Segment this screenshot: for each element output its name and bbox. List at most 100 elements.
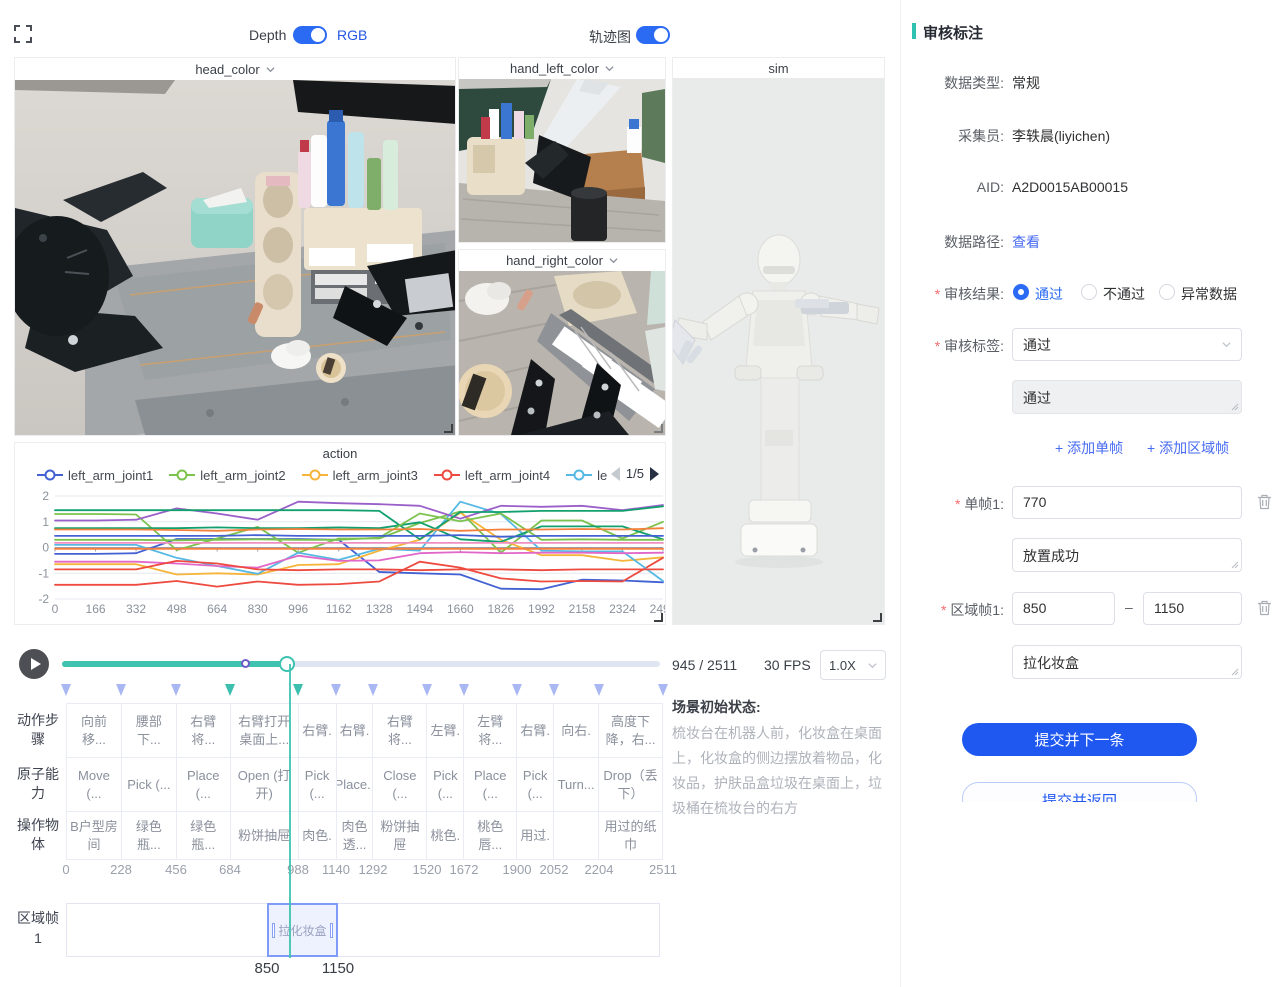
review-tag-select[interactable]: 通过 [1012, 328, 1242, 361]
segment-marker-icon[interactable] [658, 684, 668, 696]
camera-select-hand-right[interactable]: hand_right_color [459, 250, 665, 271]
chevron-down-icon [605, 64, 614, 73]
region-end-value: 1150 [1154, 600, 1184, 616]
radio-abnormal[interactable] [1159, 284, 1175, 300]
region-end-input[interactable]: 1150 [1143, 592, 1242, 625]
camera-select-hand-left[interactable]: hand_left_color [459, 58, 665, 79]
radio-abnormal-label[interactable]: 异常数据 [1181, 284, 1237, 304]
resize-corner-icon[interactable] [653, 612, 663, 622]
svg-text:1494: 1494 [406, 602, 433, 616]
radio-pass-label[interactable]: 通过 [1035, 284, 1063, 304]
camera-panel-hand-right: hand_right_color [458, 249, 666, 436]
table-row-label: 动作步骤 [14, 711, 62, 749]
segment-marker-icon[interactable] [422, 684, 432, 696]
segment-marker-icon[interactable] [331, 684, 341, 696]
camera-select-head[interactable]: head_color [15, 58, 455, 80]
submit-return-button[interactable]: 提交并返回 [962, 782, 1197, 802]
region-frame-segment[interactable]: 拉化妆盒 [267, 903, 338, 957]
region-frame-desc-value: 拉化妆盒 [1023, 655, 1079, 671]
frame-counter: 945 / 2511 [672, 657, 737, 673]
segment-marker-icon[interactable] [293, 684, 303, 696]
add-single-frame-link[interactable]: + 添加单帧 [1055, 438, 1123, 458]
sim-view [673, 78, 884, 624]
region-drag-handle-right[interactable] [330, 923, 333, 938]
radio-fail-label[interactable]: 不通过 [1103, 284, 1145, 304]
segment-marker-icon[interactable] [512, 684, 522, 696]
review-tag-textarea-value: 通过 [1023, 390, 1051, 406]
trajectory-toggle[interactable] [636, 26, 670, 44]
camera-panel-head: head_color [14, 57, 456, 436]
segment-marker-icon[interactable] [594, 684, 604, 696]
single-frame-input[interactable]: 770 [1012, 486, 1242, 519]
legend-item-left_arm_joint4[interactable]: left_arm_joint4 [434, 468, 550, 483]
region-start-input[interactable]: 850 [1012, 592, 1115, 625]
playback-speed-select[interactable]: 1.0X [820, 650, 886, 680]
play-button[interactable] [19, 649, 49, 679]
table-cell: 高度下降，右... [599, 704, 663, 758]
legend-label: left_arm_joint3 [333, 468, 418, 483]
legend-marker-icon [37, 469, 63, 481]
fullscreen-icon[interactable] [14, 25, 32, 43]
review-tag-textarea[interactable]: 通过 [1012, 380, 1242, 414]
data-path-view-link[interactable]: 查看 [1012, 232, 1040, 252]
resize-grip-icon[interactable] [1231, 403, 1239, 411]
panel-title: 审核标注 [923, 22, 983, 43]
legend-prev-icon[interactable] [611, 467, 620, 481]
resize-corner-icon[interactable] [872, 612, 882, 622]
legend-item-left_arm_joint3[interactable]: left_arm_joint3 [302, 468, 418, 483]
segment-marker-icon[interactable] [549, 684, 559, 696]
segment-marker-icon[interactable] [459, 684, 469, 696]
sim-title-bar: sim [673, 58, 884, 78]
region-row-label: 区域帧1 [14, 908, 62, 948]
legend-marker-icon [434, 469, 460, 481]
submit-next-button[interactable]: 提交并下一条 [962, 723, 1197, 756]
svg-text:0: 0 [42, 541, 49, 555]
svg-text:1: 1 [42, 515, 49, 529]
action-chart-svg: 210-1-2016633249866483099611621328149416… [15, 487, 665, 624]
region-frame-desc-textarea[interactable]: 拉化妆盒 [1012, 645, 1242, 679]
region-drag-handle-left[interactable] [272, 923, 275, 938]
svg-text:2324: 2324 [609, 602, 636, 616]
legend-label: left_arm_joint2 [200, 468, 285, 483]
table-row: 向前移...腰部下...右臂将...右臂打开桌面上...右臂.右臂.右臂将...… [67, 704, 663, 758]
table-cell: Move (... [67, 758, 122, 812]
segment-marker-icon[interactable] [225, 684, 235, 696]
chart-title: action [15, 443, 665, 463]
region-frame-track[interactable] [66, 903, 660, 957]
camera-title-head: head_color [195, 62, 259, 77]
delete-region-frame-icon[interactable] [1257, 600, 1272, 616]
review-result-label: 审核结果: [901, 284, 1004, 304]
table-cell: 肉色. [299, 812, 337, 860]
segment-marker-icon[interactable] [116, 684, 126, 696]
legend-item-left_arm_joint1[interactable]: left_arm_joint1 [37, 468, 153, 483]
axis-tick-label: 2511 [649, 862, 677, 877]
svg-text:1660: 1660 [447, 602, 474, 616]
radio-pass[interactable] [1013, 284, 1029, 300]
radio-fail[interactable] [1081, 284, 1097, 300]
delete-single-frame-icon[interactable] [1257, 494, 1272, 510]
axis-tick-label: 456 [165, 862, 187, 877]
segment-marker-icon[interactable] [171, 684, 181, 696]
segment-marker-icon[interactable] [368, 684, 378, 696]
legend-next-icon[interactable] [650, 467, 659, 481]
resize-grip-icon[interactable] [1231, 561, 1239, 569]
segment-marker-icon[interactable] [61, 684, 71, 696]
timeline-slider-handle[interactable] [279, 656, 295, 672]
table-row: Move (...Pick (...Place (...Open (打开)Pic… [67, 758, 663, 812]
trajectory-label: 轨迹图 [589, 27, 631, 47]
sim-panel: sim [672, 57, 885, 625]
legend-item-left_arm_joint2[interactable]: left_arm_joint2 [169, 468, 285, 483]
sim-robot-render [673, 78, 884, 624]
resize-corner-icon[interactable] [653, 423, 663, 433]
resize-corner-icon[interactable] [443, 423, 453, 433]
resize-grip-icon[interactable] [1231, 668, 1239, 676]
depth-rgb-toggle[interactable] [293, 26, 327, 44]
single-frame-desc-textarea[interactable]: 放置成功 [1012, 538, 1242, 572]
hand-right-camera-image [459, 271, 665, 435]
legend-item-le[interactable]: le [566, 468, 607, 483]
svg-text:1328: 1328 [366, 602, 393, 616]
table-cell: Place (... [177, 758, 231, 812]
table-cell: Place (... [464, 758, 517, 812]
annotation-review-app: Depth RGB 轨迹图 head_color [0, 0, 1280, 987]
add-region-frame-link[interactable]: + 添加区域帧 [1147, 438, 1229, 458]
